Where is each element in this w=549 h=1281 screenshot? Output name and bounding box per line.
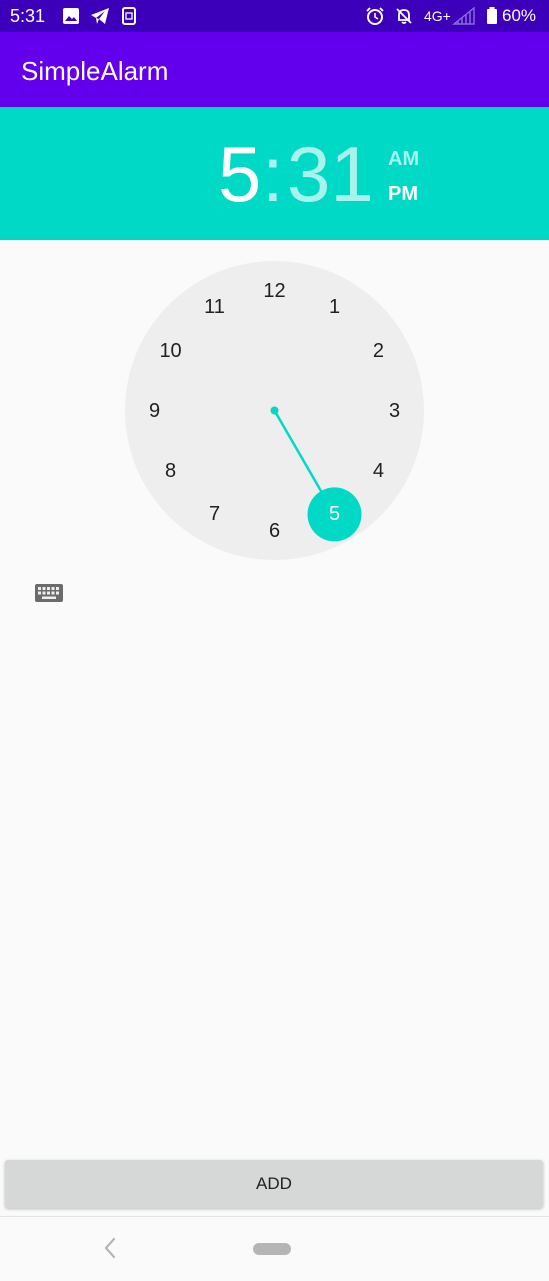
time-header: 5 : 31 AM PM bbox=[0, 107, 549, 240]
clock-number-2[interactable]: 2 bbox=[358, 339, 398, 363]
clock-number-8[interactable]: 8 bbox=[151, 459, 191, 483]
back-icon[interactable] bbox=[98, 1235, 122, 1261]
alarm-icon bbox=[365, 7, 385, 25]
status-time: 5:31 bbox=[10, 6, 46, 26]
am-toggle[interactable]: AM bbox=[388, 148, 419, 170]
navigation-bar bbox=[0, 1216, 549, 1281]
keyboard-toggle-button[interactable] bbox=[32, 580, 66, 606]
notifications-off-icon bbox=[395, 7, 413, 25]
clock-number-7[interactable]: 7 bbox=[195, 502, 235, 526]
clock-number-3[interactable]: 3 bbox=[375, 399, 415, 423]
clock-number-12[interactable]: 12 bbox=[255, 279, 295, 303]
time-separator: : bbox=[262, 130, 284, 218]
telegram-icon bbox=[90, 7, 110, 25]
keyboard-icon bbox=[35, 584, 63, 602]
sim-icon bbox=[122, 7, 136, 25]
signal-icon bbox=[452, 6, 476, 25]
clock-number-6[interactable]: 6 bbox=[255, 519, 295, 543]
clock-number-9[interactable]: 9 bbox=[135, 399, 175, 423]
app-title: SimpleAlarm bbox=[21, 56, 169, 86]
clock-number-5[interactable]: 5 bbox=[315, 502, 355, 526]
clock-number-4[interactable]: 4 bbox=[358, 459, 398, 483]
clock-face[interactable]: 12 1 2 3 4 5 6 7 8 9 10 11 bbox=[125, 261, 424, 560]
minute-display[interactable]: 31 bbox=[287, 131, 374, 217]
pm-toggle[interactable]: PM bbox=[388, 183, 418, 205]
image-icon bbox=[62, 7, 80, 25]
battery-icon bbox=[486, 7, 498, 25]
add-button[interactable]: ADD bbox=[5, 1160, 543, 1208]
home-pill-icon[interactable] bbox=[253, 1243, 291, 1255]
clock-center-dot bbox=[270, 406, 279, 415]
status-bar: 5:31 4G+ 60% bbox=[0, 0, 549, 32]
battery-percentage: 60% bbox=[502, 6, 537, 25]
hour-display[interactable]: 5 bbox=[218, 131, 261, 217]
network-type: 4G+ bbox=[424, 8, 451, 24]
app-bar: SimpleAlarm bbox=[0, 32, 549, 107]
clock-number-1[interactable]: 1 bbox=[315, 295, 355, 319]
clock-number-10[interactable]: 10 bbox=[151, 339, 191, 363]
clock-number-11[interactable]: 11 bbox=[195, 295, 235, 319]
